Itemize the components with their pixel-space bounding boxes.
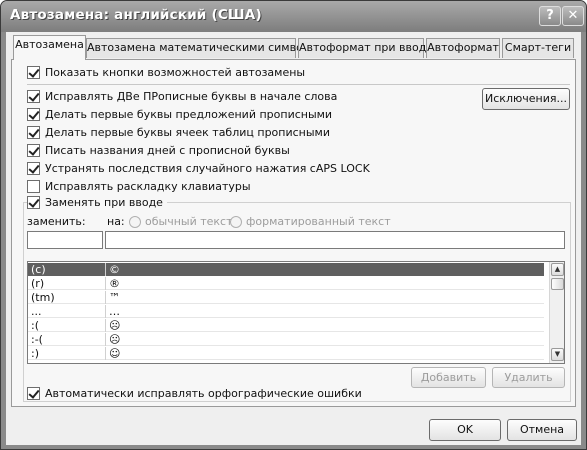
list-item-from: ...	[31, 305, 42, 318]
column-divider	[105, 333, 106, 346]
keyboard-layout-label: Исправлять раскладку клавиатуры	[45, 180, 251, 193]
list-item-from: :-(	[31, 333, 43, 346]
formatted-text-label: форматированный текст	[246, 215, 391, 228]
show-buttons-label: Показать кнопки возможностей автозамены	[45, 66, 306, 79]
dialog-body: Автозамена Автозамена математическими си…	[6, 32, 581, 445]
auto-spelling-option[interactable]: Автоматически исправлять орфографические…	[27, 386, 362, 401]
chevron-up-icon: ▲	[554, 265, 561, 273]
column-divider	[105, 263, 106, 276]
two-caps-option[interactable]: Исправлять ДВе ПРописные буквы в начале …	[27, 89, 337, 104]
list-item-to: ☹	[109, 319, 121, 332]
replace-label: заменить:	[27, 215, 86, 228]
column-divider	[105, 277, 106, 290]
sentence-caps-option[interactable]: Делать первые буквы предложений прописны…	[27, 107, 332, 122]
tab-autocorrect[interactable]: Автозамена	[13, 35, 86, 60]
list-item-from: (c)	[31, 263, 46, 276]
add-button[interactable]: Добавить	[411, 367, 486, 388]
list-item-to: …	[109, 305, 120, 318]
close-button[interactable]: ✕	[562, 6, 584, 26]
list-item-to: ©	[109, 263, 120, 276]
caps-lock-option[interactable]: Устранять последствия случайного нажатия…	[27, 161, 370, 176]
list-item-to: ™	[109, 291, 120, 304]
auto-spelling-label: Автоматически исправлять орфографические…	[45, 387, 362, 400]
list-item[interactable]: (c) ©	[28, 263, 544, 276]
list-item-to: ☹	[109, 333, 121, 346]
day-names-option[interactable]: Писать названия дней с прописной буквы	[27, 143, 290, 158]
day-names-label: Писать названия дней с прописной буквы	[45, 144, 290, 157]
tab-autoformat[interactable]: Автоформат	[426, 38, 500, 58]
replace-typing-checkbox[interactable]	[27, 196, 40, 209]
replace-typing-option[interactable]: Заменять при вводе	[27, 195, 167, 210]
chevron-down-icon: ▼	[554, 350, 561, 358]
list-item-from: :)	[31, 347, 39, 360]
column-divider	[105, 305, 106, 318]
list-item-to: ☺	[109, 347, 121, 360]
tab-math-autocorrect[interactable]: Автозамена математическими символами	[86, 38, 332, 58]
day-names-checkbox[interactable]	[27, 144, 40, 157]
with-label: на:	[107, 215, 125, 228]
formatted-text-radio[interactable]	[230, 216, 242, 228]
table-caps-option[interactable]: Делать первые буквы ячеек таблиц прописн…	[27, 125, 330, 140]
column-divider	[105, 291, 106, 304]
sentence-caps-checkbox[interactable]	[27, 108, 40, 121]
replace-input[interactable]	[27, 231, 103, 249]
two-caps-checkbox[interactable]	[27, 90, 40, 103]
caps-lock-checkbox[interactable]	[27, 162, 40, 175]
scroll-up-button[interactable]: ▲	[551, 263, 564, 276]
delete-button[interactable]: Удалить	[492, 367, 565, 388]
column-divider	[105, 347, 106, 360]
list-item-from: :(	[31, 319, 39, 332]
replacement-list[interactable]: (c) © (r) ® (tm) ™ ... … :(☹:-(☹:) ☺…	[27, 261, 565, 364]
separator	[27, 84, 570, 85]
list-item-from: (r)	[31, 277, 45, 290]
help-button[interactable]: ?	[539, 6, 561, 26]
scroll-thumb[interactable]	[551, 278, 564, 290]
autocorrect-dialog: Автозамена: английский (США) ? ✕ Автозам…	[0, 0, 587, 450]
show-buttons-checkbox[interactable]	[27, 66, 40, 79]
exceptions-button[interactable]: Исключения...	[482, 88, 570, 110]
list-item[interactable]: :( ☹	[28, 319, 544, 332]
dialog-title: Автозамена: английский (США)	[10, 7, 262, 23]
table-caps-checkbox[interactable]	[27, 126, 40, 139]
sentence-caps-label: Делать первые буквы предложений прописны…	[45, 108, 333, 121]
title-bar[interactable]: Автозамена: английский (США) ? ✕	[1, 1, 586, 32]
list-scrollbar[interactable]: ▲ ▼	[549, 262, 564, 363]
list-item[interactable]: (r) ®	[28, 277, 544, 290]
replace-typing-label: Заменять при вводе	[45, 196, 163, 209]
plain-text-radio[interactable]	[129, 216, 141, 228]
column-divider	[105, 319, 106, 332]
keyboard-layout-option[interactable]: Исправлять раскладку клавиатуры	[27, 179, 251, 194]
tab-smart-tags[interactable]: Смарт-теги	[502, 38, 574, 58]
scroll-down-button[interactable]: ▼	[551, 348, 564, 361]
two-caps-label: Исправлять ДВе ПРописные буквы в начале …	[45, 90, 338, 103]
table-caps-label: Делать первые буквы ячеек таблиц прописн…	[45, 126, 331, 139]
list-item[interactable]: :-( ☹	[28, 333, 544, 346]
plain-text-label: обычный текст	[145, 215, 233, 228]
show-buttons-option[interactable]: Показать кнопки возможностей автозамены	[27, 65, 305, 80]
keyboard-layout-checkbox[interactable]	[27, 180, 40, 193]
ok-button[interactable]: OK	[429, 419, 501, 441]
with-input[interactable]	[105, 231, 565, 249]
caps-lock-label: Устранять последствия случайного нажатия…	[45, 162, 370, 175]
list-item-from: (tm)	[31, 291, 55, 304]
list-item[interactable]: :) ☺	[28, 347, 544, 360]
list-item[interactable]: ... …	[28, 305, 544, 318]
list-item[interactable]: (tm) ™	[28, 291, 544, 304]
close-icon: ✕	[567, 8, 579, 23]
tab-autoformat-as-you-type[interactable]: Автоформат при вводе	[298, 38, 433, 58]
help-icon: ?	[546, 8, 554, 23]
auto-spelling-checkbox[interactable]	[27, 387, 40, 400]
cancel-button[interactable]: Отмена	[507, 419, 577, 441]
list-item-to: ®	[109, 277, 120, 290]
